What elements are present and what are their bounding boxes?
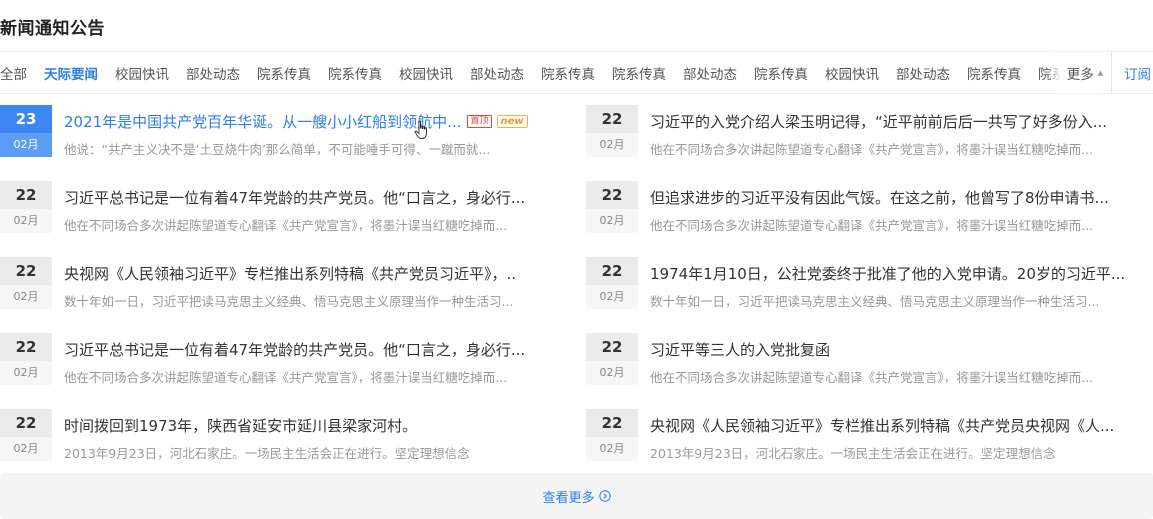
- news-summary: 2013年9月23日，河北石家庄。一场民主生活会正在进行。坚定理想信念: [650, 446, 1056, 461]
- section-title: 新闻通知公告: [0, 19, 105, 39]
- date-day: 22: [586, 257, 638, 285]
- date-month: 02月: [586, 209, 638, 233]
- tab-item[interactable]: 部处动态: [896, 63, 950, 83]
- date-badge: 23 02月: [0, 105, 52, 157]
- news-summary: 他在不同场合多次讲起陈望道专心翻译《共产党宣言》，将墨汁误当红糖吃掉而...: [64, 370, 508, 385]
- date-badge: 22 02月: [0, 181, 52, 233]
- news-title-link[interactable]: 习近平等三人的入党批复函: [650, 339, 830, 359]
- date-month: 02月: [586, 437, 638, 461]
- news-headline: 习近平总书记是一位有着47年党龄的共产党员。他“口言之，身必行...: [64, 187, 525, 207]
- date-day: 23: [0, 105, 52, 133]
- news-title-link[interactable]: 央视网《人民领袖习近平》专栏推出系列特稿《共产党员央视网《人...: [650, 415, 1114, 435]
- news-item[interactable]: 22 02月 时间拨回到1973年，陕西省延安市延川县梁家河村。 2013年9月23日…: [0, 409, 568, 461]
- news-title-link[interactable]: 时间拨回到1973年，陕西省延安市延川县梁家河村。: [64, 415, 417, 435]
- view-more-button[interactable]: 查看更多: [0, 473, 1153, 519]
- subscribe-link[interactable]: 订阅: [1124, 52, 1151, 93]
- tab-item[interactable]: 院系传真: [328, 63, 382, 83]
- news-summary: 他在不同场合多次讲起陈望道专心翻译《共产党宣言》，将墨汁误当红糖吃掉而...: [650, 142, 1094, 157]
- date-month: 02月: [586, 361, 638, 385]
- caret-up-icon: ▲: [1097, 68, 1104, 77]
- tab-item[interactable]: 院系传真: [257, 63, 311, 83]
- view-more-label: 查看更多: [542, 490, 595, 506]
- date-badge: 22 02月: [586, 181, 638, 233]
- news-item[interactable]: 22 02月 习近平等三人的入党批复函他在不同场合多次讲起陈望道专心翻译《共产党宣言…: [586, 333, 1153, 385]
- news-title-link[interactable]: 习近平总书记是一位有着47年党龄的共产党员。他“口言之，身必行...: [64, 339, 525, 359]
- news-headline: 央视网《人民领袖习近平》专栏推出系列特稿《共产党员习近平》，..: [64, 263, 516, 283]
- news-title-link[interactable]: 习近平总书记是一位有着47年党龄的共产党员。他“口言之，身必行...: [64, 187, 525, 207]
- date-badge: 22 02月: [0, 333, 52, 385]
- news-summary: 他在不同场合多次讲起陈望道专心翻译《共产党宣言》，将墨汁误当红糖吃掉而...: [64, 218, 508, 233]
- news-title-link[interactable]: 1974年1月10日，公社党委终于批准了他的入党申请。20岁的习近平...: [650, 263, 1125, 283]
- tab-item[interactable]: 部处动态: [186, 63, 240, 83]
- news-headline: 央视网《人民领袖习近平》专栏推出系列特稿《共产党员央视网《人...: [650, 415, 1114, 435]
- date-badge: 22 02月: [0, 257, 52, 309]
- news-headline: 2021年是中国共产党百年华诞。从一艘小小红船到领航中... 置顶 new: [64, 111, 528, 131]
- date-month: 02月: [0, 209, 52, 233]
- news-headline: 时间拨回到1973年，陕西省延安市延川县梁家河村。: [64, 415, 417, 435]
- date-badge: 22 02月: [586, 409, 638, 461]
- date-day: 22: [0, 409, 52, 437]
- tab-item[interactable]: 部处动态: [683, 63, 737, 83]
- news-item[interactable]: 22 02月 央视网《人民领袖习近平》专栏推出系列特稿《共产党员习近平》，.. 数十年…: [0, 257, 568, 309]
- news-item[interactable]: 22 02月 但追求进步的习近平没有因此气馁。在这之前，他曾写了8份申请书... 他在…: [586, 181, 1153, 233]
- more-label: 更多: [1066, 66, 1094, 83]
- tab-item[interactable]: 院系传真: [1038, 63, 1060, 83]
- date-month: 02月: [0, 133, 52, 157]
- news-title-link[interactable]: 2021年是中国共产党百年华诞。从一艘小小红船到领航中...: [64, 111, 461, 131]
- more-dropdown-button[interactable]: 更多 ▲: [1059, 52, 1112, 93]
- date-badge: 22 02月: [586, 333, 638, 385]
- date-day: 22: [0, 181, 52, 209]
- news-headline: 1974年1月10日，公社党委终于批准了他的入党申请。20岁的习近平...: [650, 263, 1125, 283]
- tab-item[interactable]: 校园快讯: [825, 63, 879, 83]
- date-badge: 22 02月: [586, 105, 638, 157]
- date-month: 02月: [586, 285, 638, 309]
- news-title-link[interactable]: 习近平的入党介绍人梁玉明记得，“近平前前后后一共写了好多份入...: [650, 111, 1107, 131]
- news-item[interactable]: 23 02月 2021年是中国共产党百年华诞。从一艘小小红船到领航中... 置顶 new…: [0, 105, 568, 157]
- news-summary: 他在不同场合多次讲起陈望道专心翻译《共产党宣言》，将墨汁误当红糖吃掉而...: [650, 218, 1094, 233]
- date-day: 22: [0, 333, 52, 361]
- news-summary: 2013年9月23日，河北石家庄。一场民主生活会正在进行。坚定理想信念: [64, 446, 470, 461]
- news-title-link[interactable]: 央视网《人民领袖习近平》专栏推出系列特稿《共产党员习近平》，..: [64, 263, 516, 283]
- news-summary: 数十年如一日，习近平把读马克思主义经典、悟马克思主义原理当作一种生活习...: [650, 294, 1100, 309]
- date-month: 02月: [586, 133, 638, 157]
- news-summary: 他在不同场合多次讲起陈望道专心翻译《共产党宣言》，将墨汁误当红糖吃掉而...: [650, 370, 1094, 385]
- news-item[interactable]: 22 02月 央视网《人民领袖习近平》专栏推出系列特稿《共产党员央视网《人... 20…: [586, 409, 1153, 461]
- news-summary: 数十年如一日，习近平把读马克思主义经典、悟马克思主义原理当作一种生活习...: [64, 294, 514, 309]
- news-item[interactable]: 22 02月 习近平总书记是一位有着47年党龄的共产党员。他“口言之，身必行... 他…: [0, 333, 568, 385]
- news-summary: 他说：“共产主义决不是‘土豆烧牛肉’那么简单，不可能唾手可得、一蹴而就...: [64, 142, 491, 157]
- tab-item[interactable]: 天际要闻: [44, 63, 98, 83]
- tab-item[interactable]: 院系传真: [754, 63, 808, 83]
- tab-item[interactable]: 院系传真: [612, 63, 666, 83]
- tab-item[interactable]: 校园快讯: [399, 63, 453, 83]
- arrow-right-circle-icon: [598, 490, 611, 502]
- tab-item[interactable]: 校园快讯: [115, 63, 169, 83]
- news-title-link[interactable]: 但追求进步的习近平没有因此气馁。在这之前，他曾写了8份申请书...: [650, 187, 1109, 207]
- news-item[interactable]: 22 02月 1974年1月10日，公社党委终于批准了他的入党申请。20岁的习近平.…: [586, 257, 1153, 309]
- date-day: 22: [0, 257, 52, 285]
- date-badge: 22 02月: [586, 257, 638, 309]
- tab-item[interactable]: 部处动态: [470, 63, 524, 83]
- date-badge: 22 02月: [0, 409, 52, 461]
- news-headline: 习近平总书记是一位有着47年党龄的共产党员。他“口言之，身必行...: [64, 339, 525, 359]
- date-day: 22: [586, 409, 638, 437]
- new-badge: new: [496, 114, 528, 128]
- tab-item[interactable]: 全部: [0, 63, 27, 83]
- date-month: 02月: [0, 361, 52, 385]
- date-day: 22: [586, 105, 638, 133]
- news-headline: 习近平的入党介绍人梁玉明记得，“近平前前后后一共写了好多份入...: [650, 111, 1107, 131]
- news-item[interactable]: 22 02月 习近平总书记是一位有着47年党龄的共产党员。他“口言之，身必行... 他…: [0, 181, 568, 233]
- date-day: 22: [586, 333, 638, 361]
- date-day: 22: [586, 181, 638, 209]
- category-tabs: 全部 天际要闻 校园快讯 部处动态 院系传真 院系传真 校园快讯 部处动态 院系传真 院系传真 部处…: [0, 52, 1060, 93]
- pinned-badge: 置顶: [467, 114, 492, 128]
- date-month: 02月: [0, 285, 52, 309]
- category-tab-bar: 全部 天际要闻 校园快讯 部处动态 院系传真 院系传真 校园快讯 部处动态 院系传真 院系传真 部处…: [0, 51, 1153, 94]
- news-headline: 但追求进步的习近平没有因此气馁。在这之前，他曾写了8份申请书...: [650, 187, 1109, 207]
- tab-item[interactable]: 院系传真: [541, 63, 595, 83]
- news-headline: 习近平等三人的入党批复函: [650, 339, 830, 359]
- tab-item[interactable]: 院系传真: [967, 63, 1021, 83]
- date-month: 02月: [0, 437, 52, 461]
- news-item[interactable]: 22 02月 习近平的入党介绍人梁玉明记得，“近平前前后后一共写了好多份入... 他在…: [586, 105, 1153, 157]
